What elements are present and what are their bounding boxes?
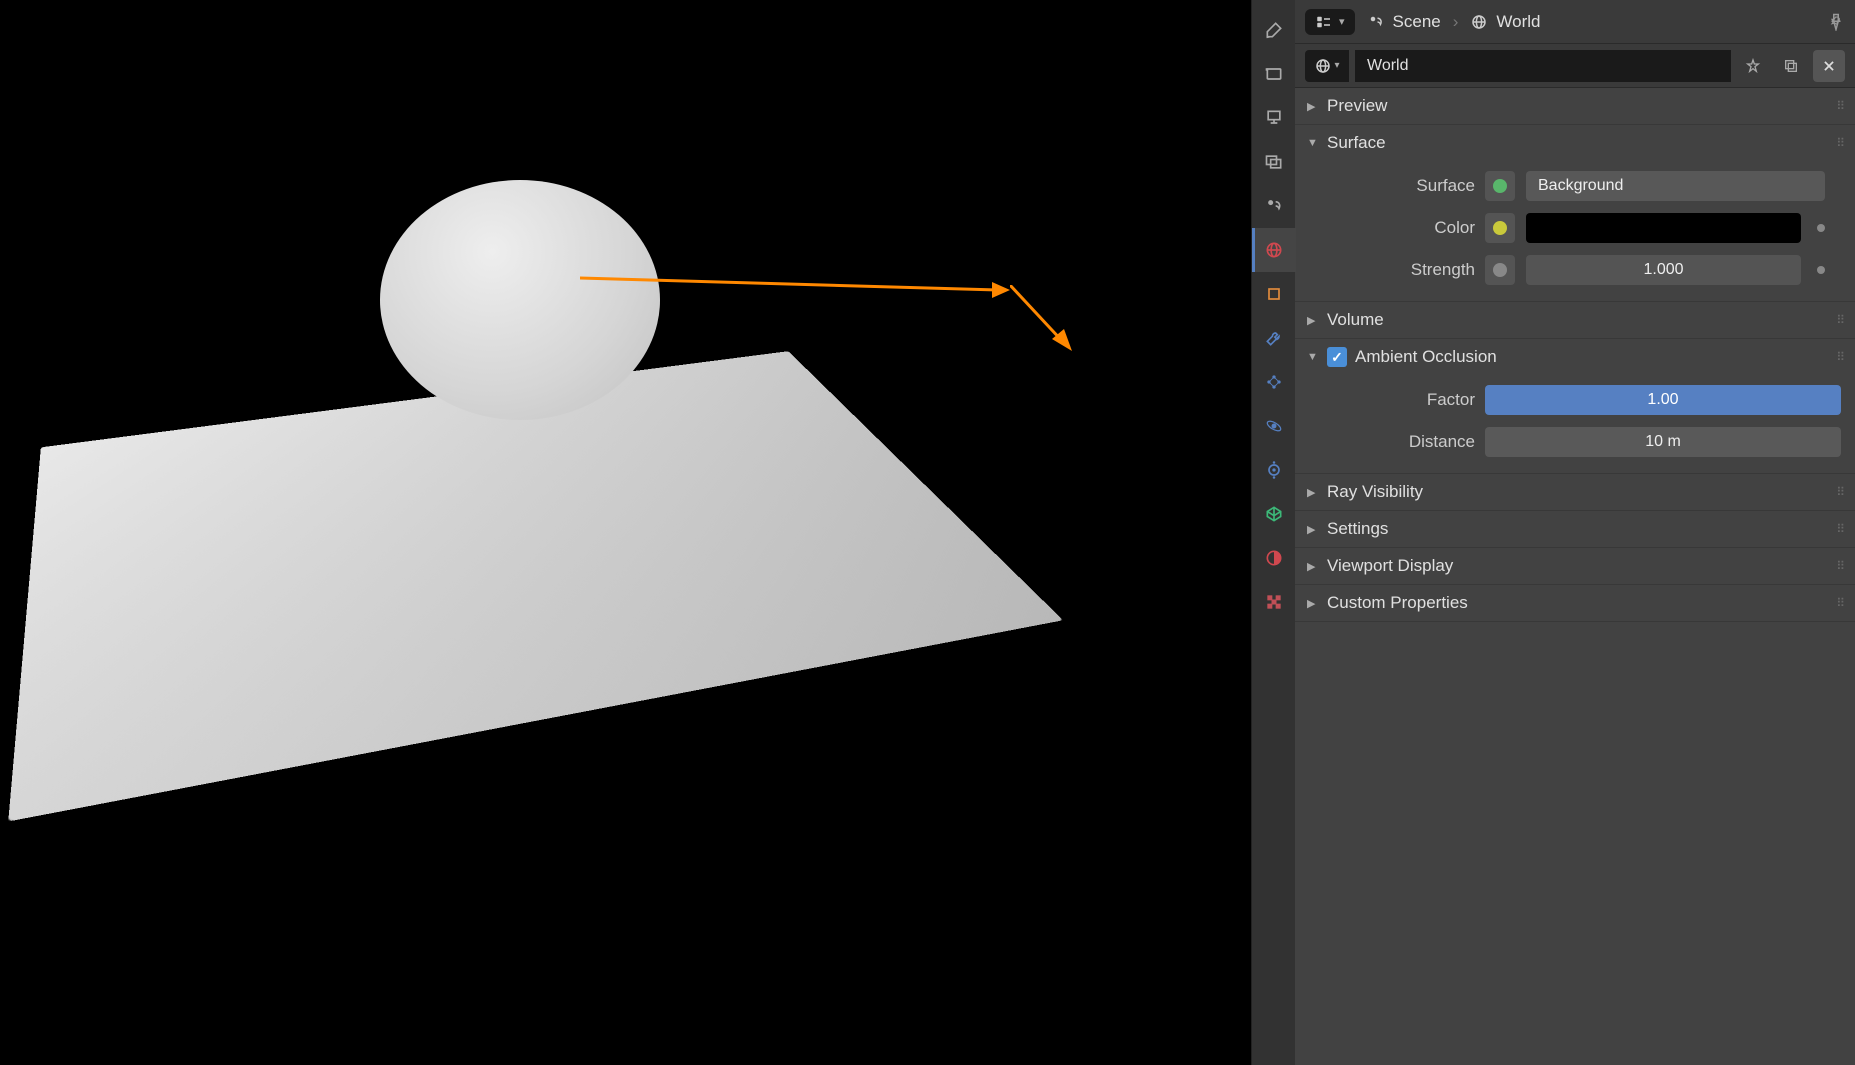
ao-distance-label: Distance <box>1295 432 1475 452</box>
animate-property-icon[interactable] <box>1817 266 1825 274</box>
breadcrumb-separator: › <box>1453 12 1459 32</box>
tab-physics[interactable] <box>1252 404 1296 448</box>
ao-factor-slider[interactable]: 1.00 <box>1485 385 1841 415</box>
panel-surface-title: Surface <box>1327 133 1386 153</box>
world-browse-dropdown[interactable]: ▾ <box>1305 50 1349 82</box>
panel-volume-title: Volume <box>1327 310 1384 330</box>
chevron-right-icon: ▶ <box>1307 314 1319 327</box>
breadcrumb: Scene › World <box>1367 12 1541 32</box>
ao-factor-label: Factor <box>1295 390 1475 410</box>
drag-grip-icon[interactable]: ⠿ <box>1836 350 1843 364</box>
chevron-down-icon: ▼ <box>1307 137 1319 149</box>
surface-label: Surface <box>1295 176 1475 196</box>
chevron-right-icon: ▶ <box>1307 523 1319 536</box>
new-world-button[interactable] <box>1775 50 1807 82</box>
tab-modifier[interactable] <box>1252 316 1296 360</box>
panel-custom-title: Custom Properties <box>1327 593 1468 613</box>
render-ground-plane <box>8 351 1063 821</box>
panel-ray-header[interactable]: ▶ Ray Visibility ⠿ <box>1295 474 1855 510</box>
panel-settings-header[interactable]: ▶ Settings ⠿ <box>1295 511 1855 547</box>
scene-icon <box>1367 13 1385 31</box>
node-socket-color-icon[interactable] <box>1493 221 1507 235</box>
drag-grip-icon[interactable]: ⠿ <box>1836 596 1843 610</box>
drag-grip-icon[interactable]: ⠿ <box>1836 99 1843 113</box>
drag-grip-icon[interactable]: ⠿ <box>1836 522 1843 536</box>
ao-checkbox[interactable]: ✓ <box>1327 347 1347 367</box>
panel-viewport-title: Viewport Display <box>1327 556 1453 576</box>
panel-ao-header[interactable]: ▼ ✓ Ambient Occlusion ⠿ <box>1295 339 1855 375</box>
node-socket-float-icon[interactable] <box>1493 263 1507 277</box>
unlink-world-button[interactable] <box>1813 50 1845 82</box>
panel-ao-title: Ambient Occlusion <box>1355 347 1497 367</box>
tab-output[interactable] <box>1252 96 1296 140</box>
tab-world[interactable] <box>1252 228 1296 272</box>
ao-distance-input[interactable]: 10 m <box>1485 427 1841 457</box>
drag-grip-icon[interactable]: ⠿ <box>1836 485 1843 499</box>
panel-preview-header[interactable]: ▶ Preview ⠿ <box>1295 88 1855 124</box>
tab-render[interactable] <box>1252 52 1296 96</box>
tab-constraints[interactable] <box>1252 448 1296 492</box>
render-object <box>380 180 660 420</box>
panel-viewport-header[interactable]: ▶ Viewport Display ⠿ <box>1295 548 1855 584</box>
panel-custom-header[interactable]: ▶ Custom Properties ⠿ <box>1295 585 1855 621</box>
strength-label: Strength <box>1295 260 1475 280</box>
panel-ray-title: Ray Visibility <box>1327 482 1423 502</box>
tab-scene[interactable] <box>1252 184 1296 228</box>
breadcrumb-scene[interactable]: Scene <box>1393 12 1441 32</box>
node-socket-shader-icon[interactable] <box>1493 179 1507 193</box>
properties-tab-bar <box>1251 0 1295 1065</box>
tab-texture[interactable] <box>1252 580 1296 624</box>
breadcrumb-world[interactable]: World <box>1496 12 1540 32</box>
world-icon <box>1470 13 1488 31</box>
color-label: Color <box>1295 218 1475 238</box>
tab-object[interactable] <box>1252 272 1296 316</box>
tab-tool[interactable] <box>1252 8 1296 52</box>
chevron-down-icon: ▼ <box>1307 351 1319 363</box>
chevron-right-icon: ▶ <box>1307 486 1319 499</box>
viewport-render <box>0 0 1251 1065</box>
properties-panel: ▾ Scene › World ▾ World ▶ Preview ⠿ ▼ Su <box>1295 0 1855 1065</box>
panel-preview-title: Preview <box>1327 96 1387 116</box>
color-picker[interactable] <box>1526 213 1801 243</box>
panel-header: ▾ Scene › World <box>1295 0 1855 44</box>
panel-volume-header[interactable]: ▶ Volume ⠿ <box>1295 302 1855 338</box>
strength-input[interactable]: 1.000 <box>1526 255 1801 285</box>
tab-viewlayer[interactable] <box>1252 140 1296 184</box>
tab-material[interactable] <box>1252 536 1296 580</box>
drag-grip-icon[interactable]: ⠿ <box>1836 136 1843 150</box>
tab-particles[interactable] <box>1252 360 1296 404</box>
pin-icon[interactable] <box>1827 13 1845 31</box>
drag-grip-icon[interactable]: ⠿ <box>1836 313 1843 327</box>
chevron-right-icon: ▶ <box>1307 100 1319 113</box>
fake-user-button[interactable] <box>1737 50 1769 82</box>
world-name-row: ▾ World <box>1295 44 1855 88</box>
editor-type-dropdown[interactable]: ▾ <box>1305 9 1355 35</box>
animate-property-icon[interactable] <box>1817 224 1825 232</box>
chevron-right-icon: ▶ <box>1307 597 1319 610</box>
panel-surface-header[interactable]: ▼ Surface ⠿ <box>1295 125 1855 161</box>
panel-settings-title: Settings <box>1327 519 1388 539</box>
world-name-input[interactable]: World <box>1355 50 1731 82</box>
chevron-right-icon: ▶ <box>1307 560 1319 573</box>
surface-value-dropdown[interactable]: Background <box>1526 171 1825 201</box>
tab-data[interactable] <box>1252 492 1296 536</box>
drag-grip-icon[interactable]: ⠿ <box>1836 559 1843 573</box>
